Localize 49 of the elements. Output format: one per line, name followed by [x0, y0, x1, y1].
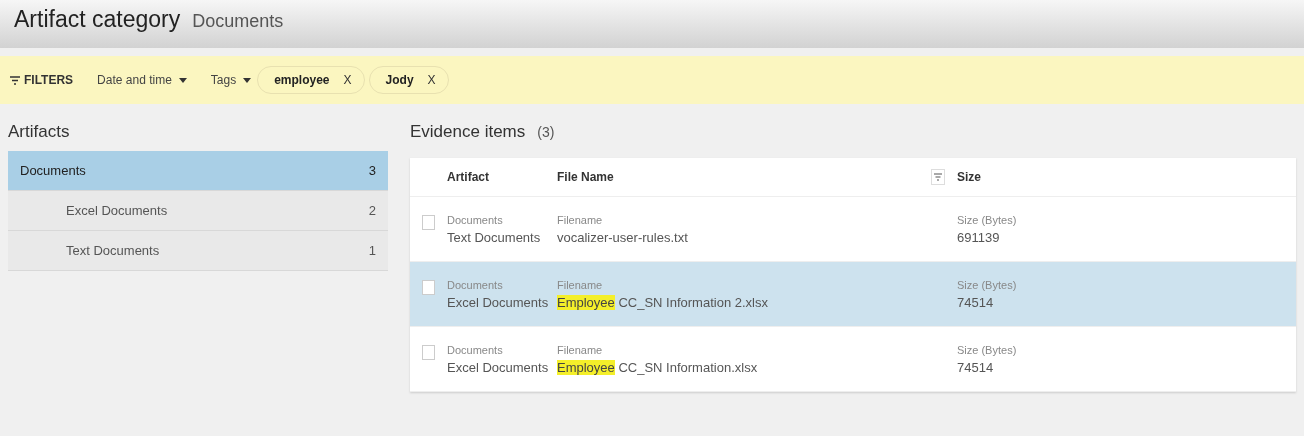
table-cell-text: Employee CC_SN Information.xlsx	[557, 359, 759, 375]
item-label: Text Documents	[66, 243, 160, 258]
filter-dropdown[interactable]: Date and time	[97, 73, 187, 87]
panel-title: Evidence items	[410, 122, 526, 142]
table-cell-text: Text Documents	[447, 229, 542, 245]
cell-label: Documents	[447, 343, 504, 356]
caret-icon	[178, 77, 187, 83]
table-cell-text: Employee CC_SN Information 2.xlsx	[557, 294, 769, 310]
table-cell-text: 74514	[957, 359, 995, 375]
remove-button[interactable]: X	[343, 73, 352, 87]
item-count: (3)	[537, 124, 555, 140]
table-row[interactable]: Documents Excel Documents Filename Employee CC_SN Information 2.xlsx Size (Bytes) 74514	[410, 262, 1296, 327]
cell-label: Size (Bytes)	[957, 213, 1018, 226]
cell-label: Documents	[447, 213, 504, 226]
item-count: 1	[368, 243, 376, 258]
item-count: 2	[368, 203, 376, 218]
table-cell-text: 691139	[957, 229, 1001, 245]
table-cell-text: Excel Documents	[447, 359, 550, 375]
column-header: Size	[957, 170, 982, 184]
chip-label: employee	[274, 73, 330, 87]
remove-button[interactable]: X	[427, 73, 436, 87]
chip-label: Jody	[385, 73, 414, 87]
cell-label: Size (Bytes)	[957, 278, 1018, 291]
page-title: Artifact category	[14, 6, 181, 33]
column-header: Artifact	[447, 170, 490, 184]
filters-button[interactable]: FILTERS	[10, 73, 74, 87]
cell-label: Filename	[557, 278, 604, 291]
cell-label: Filename	[557, 343, 604, 356]
filter-dropdown[interactable]: Tags	[210, 73, 252, 87]
item-label: Excel Documents	[66, 203, 168, 218]
item-count: 3	[368, 163, 376, 178]
panel-title: Artifacts	[8, 122, 71, 142]
row-checkbox[interactable]	[422, 214, 435, 230]
cell-label: Size (Bytes)	[957, 343, 1018, 356]
filter-icon[interactable]	[931, 169, 945, 185]
row-checkbox[interactable]	[422, 344, 435, 360]
artifact-item[interactable]: Documents 3	[8, 151, 388, 191]
table-cell-text: 74514	[957, 294, 995, 310]
table-row[interactable]: Documents Excel Documents Filename Employee CC_SN Information.xlsx Size (Bytes) 74514	[410, 327, 1296, 392]
cell-label: Documents	[447, 278, 504, 291]
cell-label: Filename	[557, 213, 604, 226]
filter-icon	[10, 75, 20, 85]
row-checkbox[interactable]	[422, 279, 435, 295]
table-cell-text: Excel Documents	[447, 294, 550, 310]
category-name: Documents	[192, 11, 284, 32]
table-cell-text: vocalizer-user-rules.txt	[557, 229, 689, 245]
item-label: Documents	[20, 163, 86, 178]
column-header: File Name	[557, 170, 614, 184]
caret-icon	[243, 77, 252, 83]
